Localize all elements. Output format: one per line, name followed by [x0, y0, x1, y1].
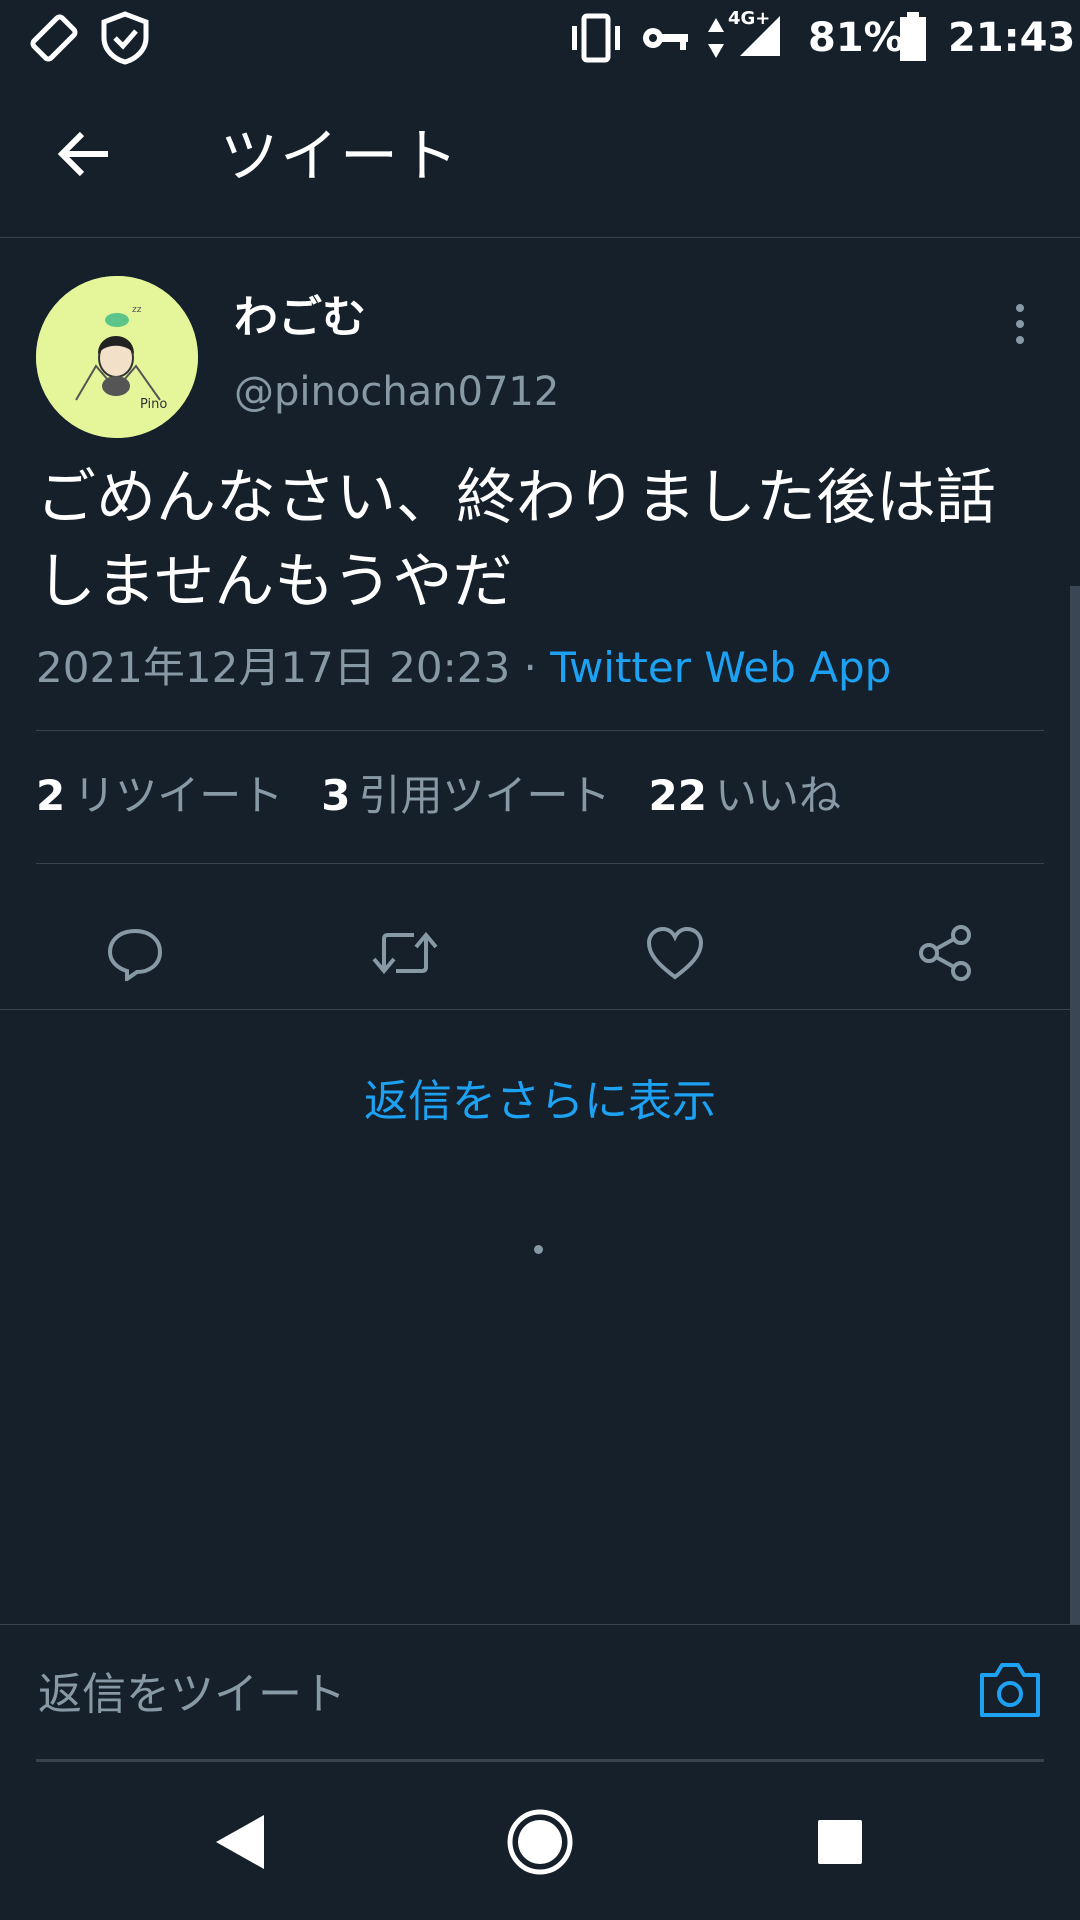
likes-label: いいね — [714, 771, 841, 820]
tweet-text: ごめんなさい、終わりました後は話しませんもうやだ — [36, 463, 996, 617]
back-triangle-icon — [210, 1811, 270, 1877]
camera-button[interactable] — [972, 1653, 1048, 1729]
clock: 21:43 — [948, 15, 1076, 61]
quotes-count: 3 — [321, 771, 351, 820]
battery-percent: 81% — [808, 15, 904, 61]
likes-count: 22 — [648, 771, 707, 820]
vibrate-icon — [568, 12, 624, 68]
vpn-key-icon — [640, 14, 692, 66]
nav-home-button[interactable] — [490, 1794, 590, 1894]
retweets-label: リツイート — [73, 771, 284, 820]
reply-bar — [0, 1624, 1080, 1764]
data-arrows-icon — [706, 14, 726, 66]
like-button[interactable] — [630, 910, 720, 1000]
user-handle[interactable]: @pinochan0712 — [234, 364, 559, 420]
quotes-stat[interactable]: 3 引用ツイート — [321, 766, 610, 826]
retweets-stat[interactable]: 2 リツイート — [36, 766, 283, 826]
signal-icon — [736, 10, 784, 62]
shield-check-icon — [98, 10, 152, 70]
recents-square-icon — [816, 1818, 864, 1870]
quotes-label: 引用ツイート — [358, 771, 611, 820]
divider — [0, 1009, 1080, 1010]
retweet-icon — [370, 925, 440, 985]
heart-icon — [645, 925, 705, 985]
retweet-button[interactable] — [360, 910, 450, 1000]
reply-icon — [105, 925, 165, 985]
divider — [36, 730, 1044, 731]
back-button[interactable] — [44, 116, 124, 196]
page-title: ツイート — [220, 122, 461, 190]
system-nav-bar — [0, 1764, 1080, 1920]
tweet-meta: 2021年12月17日 20:23 · Twitter Web App — [36, 638, 891, 698]
svg-text:zz: zz — [132, 305, 142, 315]
share-button[interactable] — [900, 910, 990, 1000]
nav-back-button[interactable] — [190, 1794, 290, 1894]
retweets-count: 2 — [36, 771, 66, 820]
top-app-bar: ツイート — [0, 76, 1080, 238]
share-icon — [915, 923, 975, 987]
divider — [36, 863, 1044, 864]
show-more-replies-link[interactable]: 返信をさらに表示 — [0, 1068, 1080, 1136]
more-vertical-icon — [1016, 304, 1024, 312]
battery-icon — [898, 12, 928, 66]
status-bar: 4G+ 81% 21:43 — [0, 0, 1080, 76]
tweet-stats: 2 リツイート 3 引用ツイート 22 いいね — [36, 766, 879, 826]
home-circle-icon — [505, 1807, 575, 1881]
tweet-timestamp[interactable]: 2021年12月17日 20:23 — [36, 643, 510, 692]
reply-input-underline — [36, 1759, 1044, 1762]
screen-rotate-icon — [28, 12, 80, 68]
avatar-label: Pino — [140, 397, 167, 412]
camera-icon — [978, 1659, 1042, 1723]
likes-stat[interactable]: 22 いいね — [649, 766, 841, 826]
avatar[interactable]: zz Pino — [36, 276, 198, 438]
loading-indicator — [534, 1245, 543, 1254]
reply-input[interactable] — [36, 1653, 940, 1735]
meta-separator: · — [510, 643, 551, 692]
tweet-source-link[interactable]: Twitter Web App — [550, 643, 891, 692]
display-name[interactable]: わごむ — [234, 290, 366, 346]
nav-recents-button[interactable] — [790, 1794, 890, 1894]
more-options-button[interactable] — [1000, 296, 1040, 352]
arrow-left-icon — [56, 129, 112, 183]
scrollbar[interactable] — [1070, 586, 1080, 1624]
tweet-actions — [0, 890, 1080, 1010]
reply-button[interactable] — [90, 910, 180, 1000]
